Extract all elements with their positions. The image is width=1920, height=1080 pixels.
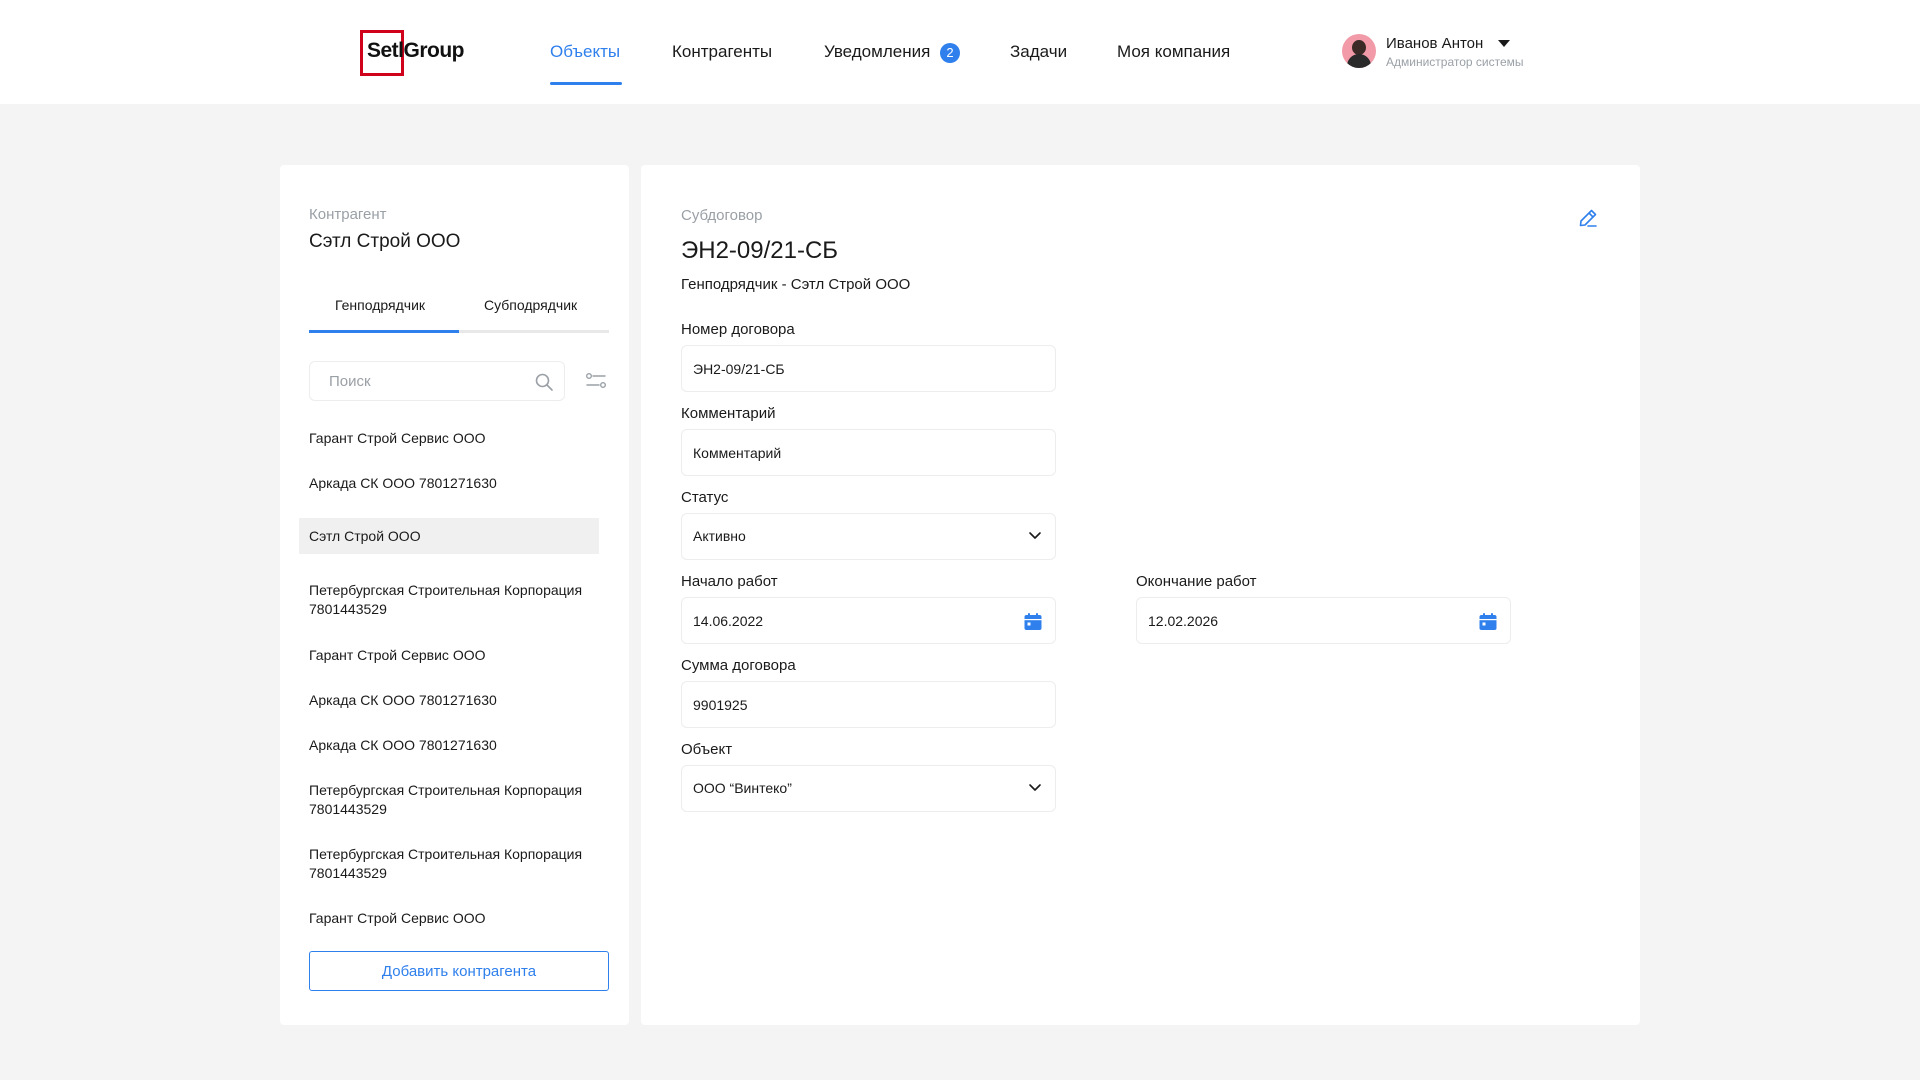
comment-label: Комментарий (681, 405, 776, 422)
filter-icon[interactable] (585, 371, 607, 391)
comment-box (681, 429, 1056, 476)
list-item[interactable]: Петербургская Строительная Корпорация 78… (309, 581, 609, 619)
calendar-icon[interactable] (1023, 612, 1043, 632)
contract-number-label: Номер договора (681, 321, 795, 338)
logo[interactable]: SetlGroup (360, 30, 465, 76)
edit-icon[interactable] (1577, 207, 1599, 229)
add-counterparty-button[interactable]: Добавить контрагента (309, 951, 609, 991)
contract-type-label: Субдоговор (681, 207, 763, 224)
contract-subtitle: Генподрядчик - Сэтл Строй ООО (681, 276, 911, 293)
tab-subcontractor[interactable]: Субподрядчик (484, 297, 577, 313)
comment-input[interactable] (682, 430, 1002, 475)
top-header: SetlGroup Объекты Контрагенты Уведомлени… (0, 0, 1920, 104)
list-item[interactable]: Гарант Строй Сервис ООО (309, 646, 609, 665)
contract-number-box (681, 345, 1056, 392)
list-item[interactable]: Аркада СК ООО 7801271630 (309, 736, 609, 755)
end-date-label: Окончание работ (1136, 573, 1257, 590)
contract-panel: Субдоговор ЭН2-09/21-СБ Генподрядчик - С… (641, 165, 1640, 1025)
counterparty-title: Сэтл Строй ООО (309, 231, 461, 252)
status-label: Статус (681, 489, 729, 506)
start-date-box (681, 597, 1056, 644)
nav-objects[interactable]: Объекты (550, 42, 620, 62)
search-input[interactable] (310, 362, 528, 400)
list-item[interactable]: Аркада СК ООО 7801271630 (309, 474, 609, 493)
avatar-head (1352, 40, 1366, 55)
nav-tasks[interactable]: Задачи (1010, 42, 1067, 62)
caret-down-icon[interactable] (1498, 40, 1510, 47)
avatar-body (1347, 54, 1371, 68)
logo-text: SetlGroup (367, 39, 465, 62)
counterparty-panel: Контрагент Сэтл Строй ООО Генподрядчик С… (280, 165, 629, 1025)
list-item-selected[interactable]: Сэтл Строй ООО (309, 527, 609, 546)
list-item[interactable]: Петербургская Строительная Корпорация 78… (309, 781, 609, 819)
contract-sum-label: Сумма договора (681, 657, 796, 674)
chevron-down-icon (1029, 532, 1041, 539)
list-item[interactable]: Аркада СК ООО 7801271630 (309, 691, 609, 710)
object-select[interactable]: ООО “Винтеко” (681, 765, 1056, 812)
start-date-label: Начало работ (681, 573, 778, 590)
end-date-input[interactable] (1137, 598, 1457, 643)
list-item[interactable]: Гарант Строй Сервис ООО (309, 909, 609, 928)
list-item[interactable]: Гарант Строй Сервис ООО (309, 429, 609, 448)
nav-notifications[interactable]: Уведомления (824, 42, 930, 62)
notifications-badge: 2 (940, 43, 960, 63)
nav-counterparties[interactable]: Контрагенты (672, 42, 772, 62)
start-date-input[interactable] (682, 598, 1002, 643)
counterparty-label: Контрагент (309, 206, 387, 223)
avatar[interactable] (1342, 34, 1376, 68)
contract-sum-input[interactable] (682, 682, 1002, 727)
tab-general-contractor[interactable]: Генподрядчик (335, 297, 425, 313)
user-name[interactable]: Иванов Антон (1386, 35, 1483, 52)
tab-active-indicator (309, 330, 459, 333)
contract-number-input[interactable] (682, 346, 1002, 391)
search-icon[interactable] (534, 372, 554, 392)
object-label: Объект (681, 741, 733, 758)
search-box (309, 361, 565, 401)
nav-my-company[interactable]: Моя компания (1117, 42, 1230, 62)
status-value: Активно (693, 528, 746, 544)
contract-sum-box (681, 681, 1056, 728)
list-item[interactable]: Петербургская Строительная Корпорация 78… (309, 845, 609, 883)
calendar-icon[interactable] (1478, 612, 1498, 632)
chevron-down-icon (1029, 784, 1041, 791)
end-date-box (1136, 597, 1511, 644)
contract-title: ЭН2-09/21-СБ (681, 237, 839, 264)
user-role: Администратор системы (1386, 55, 1524, 69)
status-select[interactable]: Активно (681, 513, 1056, 560)
nav-active-indicator (550, 82, 622, 85)
object-value: ООО “Винтеко” (693, 780, 792, 796)
